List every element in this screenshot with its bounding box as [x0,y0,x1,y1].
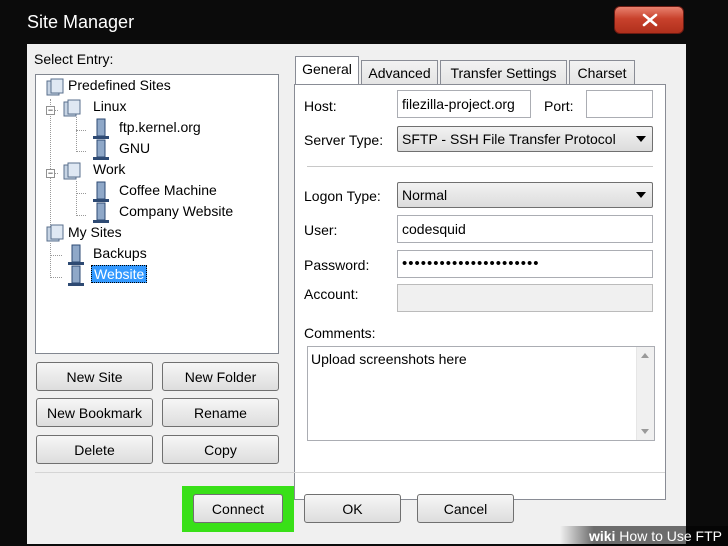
tree-node-backups[interactable]: Backups [93,245,147,261]
port-input[interactable] [586,90,653,118]
logon-type-label: Logon Type: [304,188,381,204]
comments-textarea[interactable]: Upload screenshots here [307,346,655,441]
tree-node-company-website[interactable]: Company Website [119,203,233,219]
tree-node-predefined-sites[interactable]: Predefined Sites [68,77,171,93]
watermark-text: How to Use FTP [619,528,722,544]
scroll-up-icon[interactable] [641,353,649,358]
site-tree[interactable]: − − Predefined Sites Linux ftp.kernel.or… [35,74,279,354]
close-icon [642,13,658,27]
chevron-down-icon [636,136,646,142]
chevron-down-icon [636,192,646,198]
host-input[interactable]: filezilla-project.org [397,90,531,118]
user-label: User: [304,222,338,238]
tab-transfer-settings[interactable]: Transfer Settings [440,60,567,86]
footer-divider [35,472,665,473]
folder-stack-icon [63,162,81,180]
tree-node-gnu[interactable]: GNU [119,140,150,156]
title-bar: Site Manager [0,0,728,44]
account-label: Account: [304,286,359,302]
server-icon [68,244,84,265]
folder-stack-icon [46,224,64,242]
server-icon [68,265,84,286]
watermark-brand: wiki [588,528,616,544]
collapse-work-toggle[interactable]: − [46,169,55,178]
site-manager-window: Site Manager Select Entry: − − Predefine… [0,0,728,546]
tree-node-coffee-machine[interactable]: Coffee Machine [119,182,217,198]
tab-advanced[interactable]: Advanced [361,60,438,86]
server-type-select[interactable]: SFTP - SSH File Transfer Protocol [397,126,653,152]
watermark: wiki How to Use FTP [560,526,728,546]
tree-node-work[interactable]: Work [93,161,125,177]
cancel-button[interactable]: Cancel [417,494,514,523]
window-title: Site Manager [27,12,135,32]
port-label: Port: [544,98,574,114]
logon-type-select[interactable]: Normal [397,182,653,208]
new-bookmark-button[interactable]: New Bookmark [36,398,153,427]
server-icon [93,139,109,160]
folder-stack-icon [63,99,81,117]
comments-text: Upload screenshots here [311,351,467,367]
server-type-value: SFTP - SSH File Transfer Protocol [402,131,616,147]
user-input[interactable]: codesquid [397,215,653,243]
tab-charset[interactable]: Charset [569,60,635,86]
collapse-linux-toggle[interactable]: − [46,106,55,115]
new-site-button[interactable]: New Site [36,362,153,391]
tree-node-website[interactable]: Website [91,265,148,283]
host-label: Host: [304,98,337,114]
server-type-label: Server Type: [304,132,384,148]
scroll-down-icon[interactable] [641,429,649,434]
dialog-client: Select Entry: − − Predefined Sites Linux… [27,44,686,544]
server-icon [93,202,109,223]
password-input[interactable]: •••••••••••••••••••••• [397,250,653,278]
copy-button[interactable]: Copy [162,435,279,464]
rename-button[interactable]: Rename [162,398,279,427]
ok-button[interactable]: OK [304,494,401,523]
divider [307,166,653,167]
comments-scrollbar[interactable] [636,347,654,440]
tab-general[interactable]: General [295,56,359,84]
password-label: Password: [304,257,370,273]
new-folder-button[interactable]: New Folder [162,362,279,391]
server-icon [93,118,109,139]
tree-node-linux[interactable]: Linux [93,98,126,114]
folder-stack-icon [46,78,64,96]
select-entry-label: Select Entry: [34,51,114,67]
server-icon [93,181,109,202]
logon-type-value: Normal [402,187,448,203]
tree-node-ftp-kernel[interactable]: ftp.kernel.org [119,119,201,135]
delete-button[interactable]: Delete [36,435,153,464]
comments-label: Comments: [304,325,376,341]
account-input [397,284,653,312]
connect-button[interactable]: Connect [193,494,283,523]
tree-node-my-sites[interactable]: My Sites [68,224,122,240]
close-button[interactable] [614,6,684,34]
